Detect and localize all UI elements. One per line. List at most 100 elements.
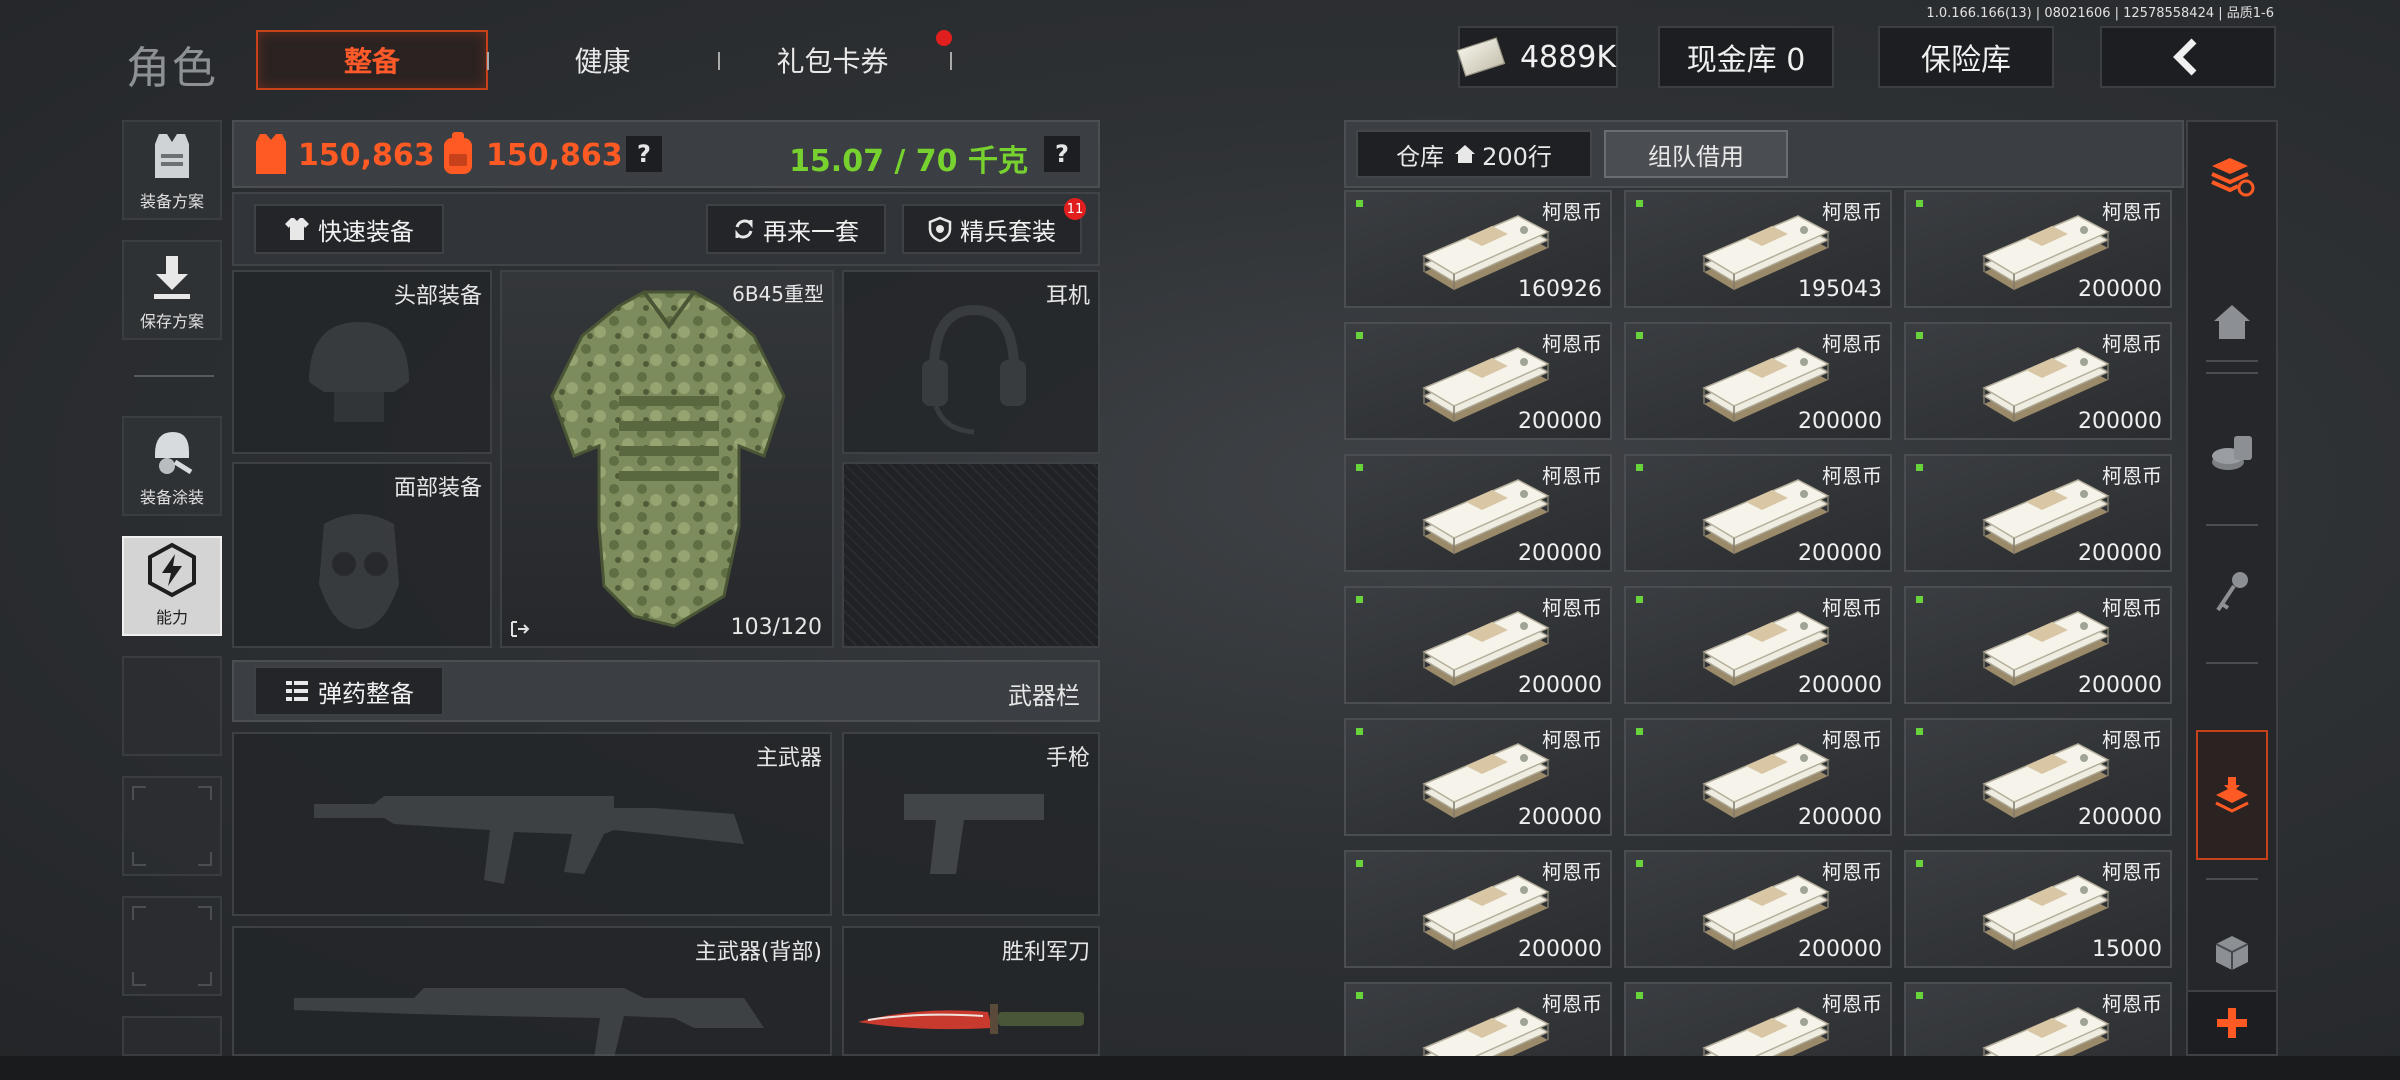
sidebar-loadout-plan[interactable]: 装备方案: [122, 120, 222, 220]
inventory-item[interactable]: 柯恩币 200000: [1624, 586, 1892, 704]
tab-health[interactable]: 健康: [500, 30, 705, 90]
sidebar-save-plan[interactable]: 保存方案: [122, 240, 222, 340]
new-item-dot: [1356, 332, 1363, 339]
elite-set-button[interactable]: 精兵套装: [902, 204, 1082, 254]
item-quantity: 200000: [1798, 805, 1882, 830]
inventory-item[interactable]: 柯恩币 200000: [1624, 454, 1892, 572]
inventory-item[interactable]: 柯恩币: [1624, 982, 1892, 1056]
helmet-silhouette-icon: [309, 322, 409, 422]
inventory-item[interactable]: 柯恩币 200000: [1624, 850, 1892, 968]
sidebar-paint[interactable]: 装备涂装: [122, 416, 222, 516]
tab-warehouse[interactable]: 仓库 200行: [1356, 130, 1592, 178]
knife-image: [858, 1004, 1084, 1034]
item-quantity: 200000: [1518, 673, 1602, 698]
quick-equip-button[interactable]: 快速装备: [254, 204, 444, 254]
new-item-dot: [1636, 728, 1643, 735]
rail-box-button[interactable]: [2188, 912, 2276, 992]
inventory-item[interactable]: 柯恩币 200000: [1904, 322, 2172, 440]
face-slot-label: 面部装备: [393, 476, 482, 501]
right-rail: [2186, 120, 2278, 1056]
item-name: 柯恩币: [2102, 728, 2162, 752]
item-quantity: 200000: [1518, 937, 1602, 962]
inventory-item[interactable]: 柯恩币 200000: [1624, 718, 1892, 836]
inventory-item[interactable]: 柯恩币 200000: [1344, 718, 1612, 836]
new-item-dot: [1636, 860, 1643, 867]
rail-collect-button[interactable]: [2196, 730, 2268, 860]
item-quantity: 200000: [2078, 673, 2162, 698]
inventory-item[interactable]: 柯恩币 200000: [1904, 718, 2172, 836]
rail-home-button[interactable]: [2188, 272, 2276, 372]
primary-weapon-slot[interactable]: 主武器: [232, 732, 832, 916]
knife-slot[interactable]: 胜利军刀: [842, 926, 1100, 1056]
inventory-item[interactable]: 柯恩币 200000: [1344, 586, 1612, 704]
action-row: 快速装备 再来一套 精兵套装 11: [232, 192, 1100, 266]
inventory-item[interactable]: 柯恩币 15000: [1904, 850, 2172, 968]
inventory-item[interactable]: 柯恩币 200000: [1344, 454, 1612, 572]
stats-help-button[interactable]: ?: [626, 136, 662, 172]
back-button[interactable]: [2100, 26, 2276, 88]
new-item-dot: [1356, 464, 1363, 471]
rail-add-button[interactable]: [2188, 990, 2276, 1054]
refresh-icon: [735, 219, 753, 239]
item-quantity: 200000: [1798, 409, 1882, 434]
inventory-item[interactable]: 柯恩币 200000: [1344, 850, 1612, 968]
rail-key-button[interactable]: [2188, 542, 2276, 642]
item-name: 柯恩币: [1542, 200, 1602, 224]
headset-slot-label: 耳机: [1045, 284, 1090, 309]
backpack-value-icon: [444, 132, 472, 174]
box-icon: [2215, 936, 2249, 970]
sidebar-empty-slot: [122, 656, 222, 756]
tab-gift-cards[interactable]: 礼包卡券: [730, 30, 935, 90]
rifle-back-silhouette-icon: [294, 988, 764, 1058]
armor-value-icon: [256, 134, 286, 174]
inventory-item[interactable]: 柯恩币 200000: [1904, 586, 2172, 704]
item-name: 柯恩币: [2102, 596, 2162, 620]
inventory-item[interactable]: 柯恩币 160926: [1344, 190, 1612, 308]
new-item-dot: [1636, 200, 1643, 207]
body-armor-slot[interactable]: 6B45重型 103/120: [500, 270, 834, 648]
new-item-dot: [1916, 596, 1923, 603]
insurance-vault-button[interactable]: 保险库: [1878, 26, 2054, 88]
cash-bundle-icon: [1422, 1007, 1550, 1056]
item-quantity: 200000: [1798, 673, 1882, 698]
armor-durability: 103/120: [730, 615, 822, 640]
inventory-item[interactable]: 柯恩币 200000: [1904, 454, 2172, 572]
inventory-item[interactable]: 柯恩币 200000: [1344, 322, 1612, 440]
new-item-dot: [1916, 200, 1923, 207]
weight-help-button[interactable]: ?: [1044, 136, 1080, 172]
item-name: 柯恩币: [1822, 464, 1882, 488]
inventory-grid: 柯恩币 160926 柯恩币 195043 柯恩币 200000 柯恩币 200000 柯恩币 2…: [1344, 190, 2184, 1056]
inventory-item[interactable]: 柯恩币 200000: [1904, 190, 2172, 308]
headset-slot[interactable]: 耳机: [842, 270, 1100, 454]
rail-sort-button[interactable]: [2188, 128, 2276, 228]
repeat-set-label: 再来一套: [763, 217, 859, 246]
tab-team-borrow[interactable]: 组队借用: [1604, 130, 1788, 178]
primary-back-weapon-label: 主武器(背部): [694, 940, 822, 965]
sidebar-ability[interactable]: 能力: [122, 536, 222, 636]
face-slot[interactable]: 面部装备: [232, 462, 492, 648]
mask-silhouette-icon: [319, 514, 399, 629]
new-item-dot: [1916, 332, 1923, 339]
cash-icon: [1456, 37, 1506, 77]
tab-health-label: 健康: [574, 45, 631, 78]
cash-vault-label: 现金库 0: [1686, 43, 1806, 78]
knife-label: 胜利军刀: [1001, 940, 1090, 965]
repeat-set-button[interactable]: 再来一套: [706, 204, 886, 254]
inventory-item[interactable]: 柯恩币: [1344, 982, 1612, 1056]
weapon-bar: 弹药整备 武器栏: [232, 660, 1100, 722]
primary-back-weapon-slot[interactable]: 主武器(背部): [232, 926, 832, 1058]
inventory-item[interactable]: 柯恩币: [1904, 982, 2172, 1056]
lightning-hex-icon: [148, 542, 196, 598]
armor-value: 150,863: [298, 138, 435, 173]
item-name: 柯恩币: [2102, 200, 2162, 224]
ammo-prep-button[interactable]: 弹药整备: [254, 666, 444, 716]
inventory-item[interactable]: 柯恩币 195043: [1624, 190, 1892, 308]
inventory-item[interactable]: 柯恩币 200000: [1624, 322, 1892, 440]
item-name: 柯恩币: [1822, 200, 1882, 224]
rail-coins-button[interactable]: [2188, 404, 2276, 504]
tab-outfit[interactable]: 整备: [256, 30, 488, 90]
head-slot[interactable]: 头部装备: [232, 270, 492, 454]
cash-vault-button[interactable]: 现金库 0: [1658, 26, 1834, 88]
pistol-slot[interactable]: 手枪: [842, 732, 1100, 916]
unequip-icon[interactable]: [510, 620, 530, 638]
